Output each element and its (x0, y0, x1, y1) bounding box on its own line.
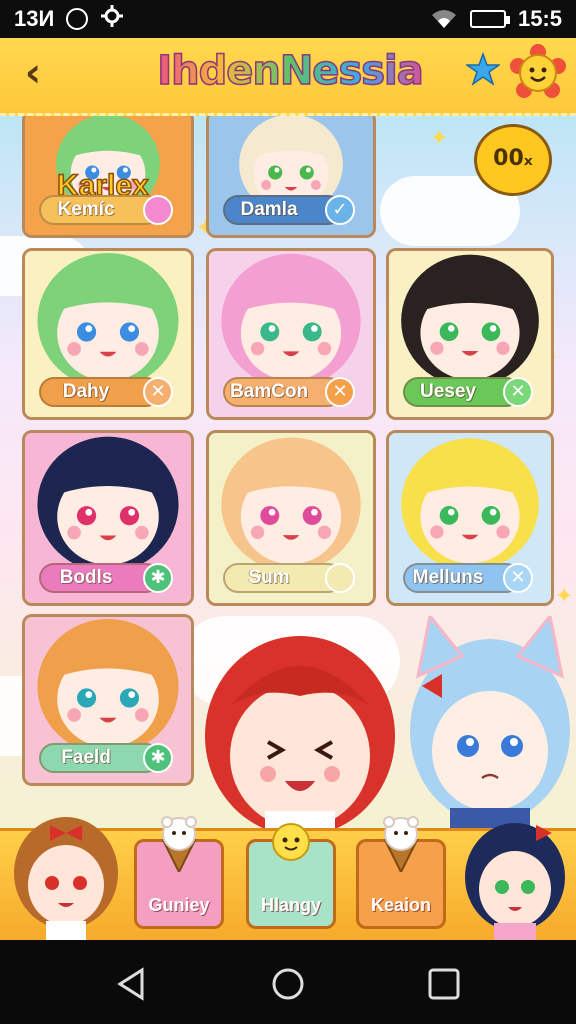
character-card[interactable]: BamCon ✕ (206, 248, 376, 420)
character-name: Damla (240, 199, 298, 220)
character-card[interactable]: Uesey ✕ (386, 248, 554, 420)
status-time: 15:5 (517, 6, 562, 31)
nav-home-icon[interactable] (268, 964, 308, 1004)
chat-bubble-button[interactable]: 00ₓ (474, 124, 552, 196)
character-card[interactable]: Faeld ✱ (22, 614, 194, 786)
card-action-button[interactable]: ✱ (143, 563, 173, 593)
character-name: Kemíc (57, 199, 115, 220)
app-title: IhdenNessia (150, 47, 430, 95)
back-button[interactable]: ‹ (12, 52, 54, 94)
character-card[interactable]: Bodls ✱ (22, 430, 194, 606)
star-icon[interactable] (466, 52, 500, 86)
shelf-tab-label: Guniey (148, 895, 210, 915)
character-name: Uesey (420, 381, 476, 402)
avatar-navy-girl[interactable] (458, 811, 572, 943)
card-action-button[interactable] (325, 563, 355, 593)
card-action-button[interactable]: ✕ (143, 377, 173, 407)
status-bar: 13И 15:5 (0, 0, 576, 38)
card-action-button[interactable]: ✱ (143, 743, 173, 773)
shelf-tab[interactable]: Guniey (134, 816, 224, 929)
character-name: Faeld (61, 747, 111, 768)
card-action-button[interactable]: ✕ (325, 377, 355, 407)
gear-icon (100, 4, 124, 34)
nav-back-icon[interactable] (112, 964, 152, 1004)
avatar-brown-girl[interactable] (6, 803, 126, 943)
nav-recents-icon[interactable] (424, 964, 464, 1004)
ice-cream-bear-icon (383, 816, 419, 872)
bottom-shelf: Guniey Hlangy Keaion (0, 816, 576, 943)
ice-cream-bear-icon (161, 816, 197, 872)
shelf-tab[interactable]: Keaion (356, 816, 446, 929)
shelf-tab-label: Hlangy (260, 895, 321, 915)
character-name: Bodls (59, 567, 113, 588)
card-action-button[interactable]: ✓ (325, 195, 355, 225)
card-action-button[interactable] (143, 195, 173, 225)
alarm-icon (66, 8, 89, 30)
character-grid-area: ✦ ✦ ✦ ✦ 00ₓ KarlexKemíc Damla✓ Dahy✕ (0, 116, 576, 828)
system-nav-bar (0, 940, 576, 1024)
mascot-flower-icon[interactable] (510, 44, 566, 100)
character-name: Melluns (412, 567, 484, 588)
card-action-button[interactable]: ✕ (503, 377, 533, 407)
sparkle-icon: ✦ (430, 126, 449, 151)
shelf-tab[interactable]: Hlangy (246, 823, 336, 929)
wifi-icon (431, 10, 456, 28)
sparkle-icon: ✦ (555, 584, 574, 609)
character-card[interactable]: Karlex Kemíc (22, 116, 194, 238)
featured-characters-illustration (205, 616, 570, 828)
character-card[interactable]: Melluns ✕ (386, 430, 554, 606)
character-name: BamCon (229, 381, 309, 402)
character-card[interactable]: Damla ✓ (206, 116, 376, 238)
magnifier-mascot-icon (272, 823, 310, 861)
chevron-left-icon: ‹ (24, 50, 42, 96)
status-carrier-text: 13И (14, 6, 55, 31)
character-card[interactable]: Sum (206, 430, 376, 606)
app-header: ‹ IhdenNessia (0, 38, 576, 116)
battery-icon (469, 10, 510, 28)
card-action-button[interactable]: ✕ (503, 563, 533, 593)
shelf-tab-label: Keaion (370, 895, 431, 915)
character-card[interactable]: Dahy ✕ (22, 248, 194, 420)
character-name: Dahy (62, 381, 110, 402)
character-name: Sum (248, 567, 290, 588)
